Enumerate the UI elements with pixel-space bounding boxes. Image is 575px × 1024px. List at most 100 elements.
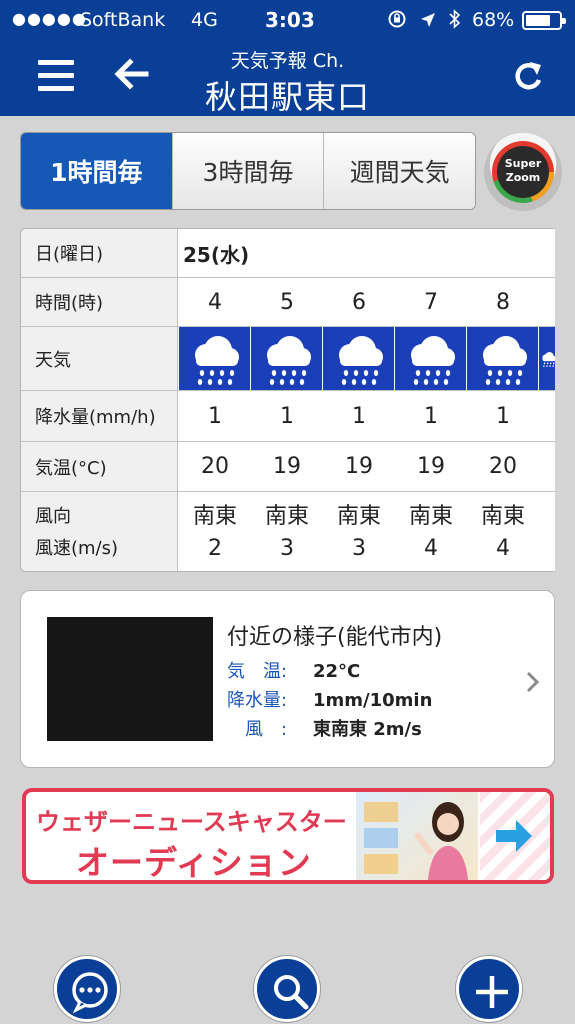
super-zoom-button[interactable]: Super Zoom	[484, 133, 562, 211]
row-label-day: 日(曜日)	[21, 229, 178, 277]
wind-dir: 南東	[336, 503, 381, 529]
rain-cloud-icon	[467, 327, 539, 390]
precip-cell: 1	[280, 403, 294, 429]
chat-button[interactable]	[54, 956, 120, 1022]
chevron-right-icon	[526, 671, 540, 693]
table-row-day: 日(曜日) 25(水)	[21, 229, 555, 278]
row-label-wind-dir: 風向	[35, 505, 71, 527]
wind-cell: 南東 2	[179, 492, 251, 571]
search-button[interactable]	[254, 956, 320, 1022]
wind-cell: 南東 3	[323, 492, 395, 571]
clock: 3:03	[265, 8, 315, 32]
temp-cell: 19	[273, 454, 301, 479]
rain-cloud-icon	[251, 327, 323, 390]
nearby-temp-value: 22°C	[313, 661, 361, 682]
refresh-icon[interactable]	[508, 56, 548, 96]
tab-3-hour[interactable]: 3時間毎	[172, 133, 325, 209]
day-value: 25(水)	[183, 242, 250, 267]
tab-1-hour[interactable]: 1時間毎	[21, 133, 173, 209]
nearby-precip: 降水量: 1mm/10min	[227, 686, 432, 712]
temp-cell: 20	[489, 454, 517, 479]
banner-image	[356, 792, 478, 880]
carrier-name: SoftBank	[80, 9, 166, 31]
page-title: 秋田駅東口	[204, 78, 370, 116]
precip-cell: 1	[352, 403, 366, 429]
wind-dir: 南東	[408, 503, 453, 529]
wind-speed: 3	[352, 535, 366, 561]
rain-cloud-icon	[539, 327, 555, 390]
top-bar: ●●●●● SoftBank 4G 3:03 68% 天気予報 Ch. 秋田駅東…	[0, 0, 575, 116]
nearby-precip-label: 降水量:	[227, 690, 288, 711]
battery-percent: 68%	[472, 9, 515, 31]
nearby-wind: 風 : 東南東 2m/s	[227, 715, 422, 741]
table-row-precip: 降水量(mm/h) 1 1 1 1 1	[21, 391, 555, 442]
table-row-temp: 気温(°C) 20 19 19 19 20	[21, 442, 555, 492]
wind-dir: 南東	[264, 503, 309, 529]
super-zoom-line1: Super	[504, 157, 542, 170]
audition-banner[interactable]: ウェザーニュースキャスター オーディション	[22, 788, 554, 884]
hour-cell: 4	[208, 289, 222, 315]
row-label-weather: 天気	[21, 327, 178, 390]
wind-cell: 南東 3	[251, 492, 323, 571]
super-zoom-line2: Zoom	[505, 171, 541, 184]
row-label-temp: 気温(°C)	[21, 442, 178, 491]
precip-cell: 1	[424, 403, 438, 429]
temp-cell: 19	[417, 454, 445, 479]
wind-speed: 2	[208, 535, 222, 561]
table-row-wind: 風向 風速(m/s) 南東 2 南東 3 南東 3 南東 4 南東 4	[21, 492, 555, 571]
arrow-right-icon	[496, 820, 532, 852]
chat-bubble-icon	[72, 972, 108, 1014]
signal-strength: ●●●●●	[12, 9, 87, 28]
table-row-hour: 時間(時) 4 5 6 7 8	[21, 278, 555, 327]
row-label-precip: 降水量(mm/h)	[21, 391, 178, 441]
tab-weekly[interactable]: 週間天気	[324, 133, 475, 209]
interval-tabs: 1時間毎 3時間毎 週間天気	[20, 132, 476, 210]
banner-line1: ウェザーニュースキャスター	[36, 808, 347, 836]
battery-icon	[522, 11, 566, 30]
temp-cell: 20	[201, 454, 229, 479]
nearby-precip-value: 1mm/10min	[313, 690, 433, 711]
rain-cloud-icon	[395, 327, 467, 390]
wind-cell: 南東 4	[467, 492, 539, 571]
row-label-wind: 風向 風速(m/s)	[21, 492, 178, 571]
status-icons	[387, 9, 462, 34]
nearby-wind-value: 東南東 2m/s	[313, 719, 422, 740]
plus-icon	[476, 976, 508, 1008]
wind-speed: 4	[424, 535, 438, 561]
caster-portrait	[364, 802, 468, 880]
live-camera-image	[47, 617, 213, 741]
add-button[interactable]	[456, 956, 522, 1022]
nearby-temp: 気 温: 22°C	[227, 657, 360, 683]
banner-arrow-box[interactable]	[480, 792, 550, 880]
wind-speed: 3	[280, 535, 294, 561]
rotation-lock-icon	[388, 10, 406, 28]
location-arrow-icon	[420, 13, 435, 27]
banner-line2: オーディション	[76, 843, 312, 880]
search-icon	[274, 975, 309, 1010]
hour-cell: 8	[496, 289, 510, 315]
rain-cloud-icon	[179, 327, 251, 390]
precip-cell: 1	[208, 403, 222, 429]
bluetooth-icon	[449, 9, 461, 29]
status-bar: ●●●●● SoftBank 4G 3:03 68%	[0, 0, 575, 40]
hour-cell: 7	[424, 289, 438, 315]
row-label-wind-speed: 風速(m/s)	[35, 537, 119, 559]
wind-dir: 南東	[192, 503, 237, 529]
wind-cell: 南東 4	[395, 492, 467, 571]
row-label-hour: 時間(時)	[21, 278, 178, 326]
table-row-weather: 天気	[21, 327, 555, 391]
network-type: 4G	[191, 9, 218, 31]
hour-cell: 5	[280, 289, 294, 315]
hour-cell: 6	[352, 289, 366, 315]
wind-dir: 南東	[480, 503, 525, 529]
nearby-conditions-card[interactable]: 付近の様子(能代市内) 気 温: 22°C 降水量: 1mm/10min 風 : 東南…	[20, 590, 555, 768]
hourly-forecast-table: 日(曜日) 25(水) 時間(時) 4 5 6 7 8 天気 降水量(mm/h)…	[20, 228, 555, 572]
temp-cell: 19	[345, 454, 373, 479]
nearby-wind-label: 風 :	[227, 719, 288, 740]
precip-cell: 1	[496, 403, 510, 429]
nearby-title: 付近の様子(能代市内)	[227, 625, 443, 650]
wind-speed: 4	[496, 535, 510, 561]
rain-cloud-icon	[323, 327, 395, 390]
nearby-temp-label: 気 温:	[227, 661, 288, 682]
channel-subtitle: 天気予報 Ch.	[230, 50, 345, 72]
